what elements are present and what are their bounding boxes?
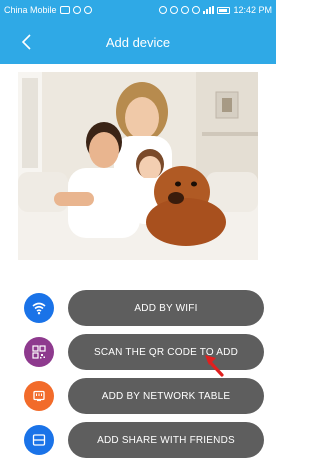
add-by-network-table-button[interactable]: ADD BY NETWORK TABLE (68, 378, 264, 414)
pointer-arrow-icon (205, 355, 224, 377)
option-network-table: ADD BY NETWORK TABLE (24, 378, 264, 414)
option-share-friends: ADD SHARE WITH FRIENDS (24, 422, 264, 458)
add-share-with-friends-button[interactable]: ADD SHARE WITH FRIENDS (68, 422, 264, 458)
qr-code-icon[interactable] (24, 337, 54, 367)
battery-icon (217, 6, 231, 14)
shield-icon (72, 6, 81, 14)
family-photo (18, 72, 258, 260)
add-by-wifi-button[interactable]: ADD BY WIFI (68, 290, 264, 326)
network-port-icon[interactable] (24, 381, 54, 411)
page-title: Add device (105, 34, 171, 50)
do-not-disturb-icon (181, 6, 190, 14)
carrier-label: China Mobile (4, 5, 57, 15)
app-header: Add device (0, 20, 276, 64)
chevron-left-icon (21, 34, 31, 50)
share-device-icon[interactable] (24, 425, 54, 455)
back-button[interactable] (14, 30, 38, 54)
status-bar: China Mobile 12:42 PM (0, 0, 276, 20)
signal-icon (203, 6, 215, 14)
bluetooth-icon (159, 6, 168, 14)
option-add-by-wifi: ADD BY WIFI (24, 290, 264, 326)
alarm-icon (170, 6, 179, 14)
scan-qr-code-button[interactable]: SCAN THE QR CODE TO ADD (68, 334, 264, 370)
wifi-icon[interactable] (24, 293, 54, 323)
option-scan-qr: SCAN THE QR CODE TO ADD (24, 334, 264, 370)
status-time: 12:42 PM (233, 5, 272, 15)
app-notification-icon (83, 6, 92, 14)
image-notification-icon (59, 6, 70, 14)
wifi-status-icon (192, 6, 201, 14)
